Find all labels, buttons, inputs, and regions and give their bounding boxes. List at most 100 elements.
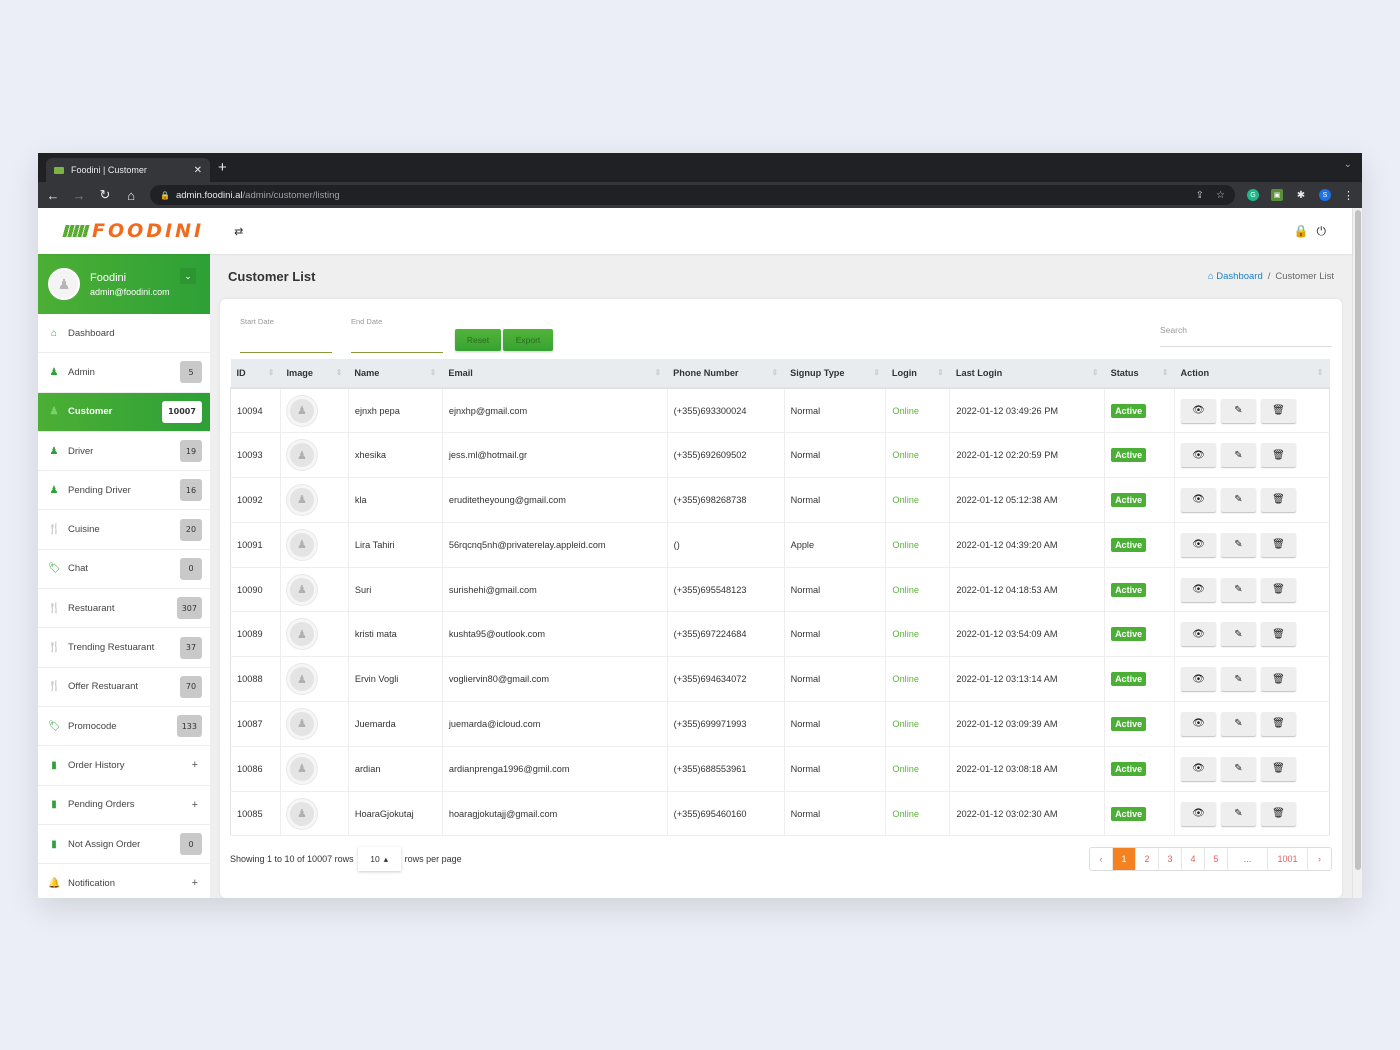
page-4[interactable]: 4 [1182, 848, 1205, 870]
sidebar-item-pending-orders[interactable]: ▮ Pending Orders + [38, 786, 210, 825]
sidebar-item-chat[interactable]: 🏷 Chat 0 [38, 550, 210, 590]
edit-button[interactable]: ✎ [1221, 398, 1256, 423]
view-button[interactable]: 👁 [1181, 398, 1216, 423]
prev-page-button[interactable]: ‹ [1090, 848, 1113, 870]
column-header-login[interactable]: Login ⇕ [885, 359, 950, 389]
delete-button[interactable]: 🗑 [1261, 577, 1296, 602]
sidebar-item-trending-restuarant[interactable]: 🍴 Trending Restuarant 37 [38, 628, 210, 668]
address-bar[interactable]: 🔒 admin.foodini.al /admin/customer/listi… [150, 185, 1235, 205]
view-button[interactable]: 👁 [1181, 532, 1216, 557]
sidebar-item-notification[interactable]: 🔔 Notification + [38, 864, 210, 898]
delete-button[interactable]: 🗑 [1261, 801, 1296, 826]
page-2[interactable]: 2 [1136, 848, 1159, 870]
start-date-field[interactable]: Start Date [240, 317, 332, 353]
browser-tab[interactable]: Foodini | Customer ✕ [46, 158, 210, 182]
edit-button[interactable]: ✎ [1221, 577, 1256, 602]
back-icon[interactable]: ← [46, 188, 60, 203]
end-date-field[interactable]: End Date [351, 317, 443, 353]
sidebar-item-order-history[interactable]: ▮ Order History + [38, 746, 210, 786]
extensions-puzzle-icon[interactable]: ✱ [1295, 189, 1307, 201]
delete-button[interactable]: 🗑 [1261, 532, 1296, 557]
column-header-name[interactable]: Name ⇕ [348, 359, 443, 389]
bookmark-star-icon[interactable]: ☆ [1216, 190, 1225, 201]
page-size-select[interactable]: 10 ▴ [357, 847, 401, 871]
delete-button[interactable]: 🗑 [1261, 398, 1296, 423]
page-scrollbar[interactable] [1352, 208, 1362, 898]
document-extension-icon[interactable]: ▣ [1271, 189, 1283, 201]
sidebar-item-driver[interactable]: ♟ Driver 19 [38, 432, 210, 472]
delete-button[interactable]: 🗑 [1261, 667, 1296, 692]
edit-button[interactable]: ✎ [1221, 756, 1256, 781]
delete-button[interactable]: 🗑 [1261, 622, 1296, 647]
share-icon[interactable]: ⇪ [1196, 190, 1204, 201]
lock-screen-icon[interactable]: 🔒 [1294, 224, 1309, 239]
edit-button[interactable]: ✎ [1221, 711, 1256, 736]
sidebar-item-pending-driver[interactable]: ♟ Pending Driver 16 [38, 471, 210, 511]
delete-button[interactable]: 🗑 [1261, 756, 1296, 781]
column-header-image[interactable]: Image ⇕ [280, 359, 349, 389]
sidebar-item-customer[interactable]: ♟ Customer 10007 [38, 392, 210, 432]
forward-icon[interactable]: → [72, 188, 86, 203]
edit-button[interactable]: ✎ [1221, 801, 1256, 826]
profile-avatar-icon[interactable]: S [1319, 189, 1331, 201]
view-button[interactable]: 👁 [1181, 577, 1216, 602]
delete-button[interactable]: 🗑 [1261, 443, 1296, 468]
reload-icon[interactable]: ↻ [98, 187, 112, 203]
foodini-logo[interactable]: FOODINI [62, 220, 204, 242]
edit-button[interactable]: ✎ [1221, 622, 1256, 647]
view-button[interactable]: 👁 [1181, 667, 1216, 692]
column-header-action[interactable]: Action ⇕ [1174, 359, 1330, 389]
delete-button[interactable]: 🗑 [1261, 487, 1296, 512]
column-header-email[interactable]: Email ⇕ [442, 359, 668, 389]
column-header-signup-type[interactable]: Signup Type ⇕ [784, 359, 886, 389]
sidebar-item-restuarant[interactable]: 🍴 Restuarant 307 [38, 589, 210, 629]
reset-button[interactable]: Reset [455, 329, 501, 351]
close-tab-icon[interactable]: ✕ [194, 165, 202, 176]
page-3[interactable]: 3 [1159, 848, 1182, 870]
page-1[interactable]: 1 [1113, 848, 1136, 870]
home-icon[interactable]: ⌂ [124, 188, 138, 203]
edit-button[interactable]: ✎ [1221, 487, 1256, 512]
view-button[interactable]: 👁 [1181, 756, 1216, 781]
search-input[interactable]: Search [1160, 319, 1332, 347]
edit-button[interactable]: ✎ [1221, 667, 1256, 692]
view-button[interactable]: 👁 [1181, 622, 1216, 647]
sidebar-item-promocode[interactable]: 🏷 Promocode 133 [38, 707, 210, 747]
sidebar-toggle-icon[interactable]: ⇄ [234, 225, 243, 238]
view-button[interactable]: 👁 [1181, 711, 1216, 736]
page-title: Customer List [228, 269, 316, 284]
column-header-status[interactable]: Status ⇕ [1104, 359, 1175, 389]
page-5[interactable]: 5 [1205, 848, 1228, 870]
view-button[interactable]: 👁 [1181, 801, 1216, 826]
sidebar-item-admin[interactable]: ♟ Admin 5 [38, 353, 210, 393]
export-button[interactable]: Export [503, 329, 553, 351]
column-header-label: Image [286, 368, 314, 378]
new-tab-button[interactable]: + [218, 159, 227, 176]
expand-plus-icon[interactable]: + [192, 799, 198, 811]
browser-menu-icon[interactable]: ⋮ [1343, 189, 1354, 202]
expand-plus-icon[interactable]: + [192, 759, 198, 771]
profile-dropdown-chevron-icon[interactable]: ⌄ [180, 268, 196, 284]
sidebar-item-offer-restuarant[interactable]: 🍴 Offer Restuarant 70 [38, 668, 210, 707]
scrollbar-thumb[interactable] [1355, 210, 1361, 870]
next-page-button[interactable]: › [1308, 848, 1331, 870]
view-button[interactable]: 👁 [1181, 443, 1216, 468]
expand-plus-icon[interactable]: + [192, 877, 198, 889]
column-header-last-login[interactable]: Last Login ⇕ [949, 359, 1105, 389]
view-button[interactable]: 👁 [1181, 487, 1216, 512]
delete-button[interactable]: 🗑 [1261, 711, 1296, 736]
count-badge: 16 [180, 479, 202, 502]
table-row: 10092 ♟ kla eruditetheyoung@gmail.com (+355)… [230, 477, 1330, 523]
breadcrumb-home-link[interactable]: ⌂ Dashboard [1208, 271, 1263, 282]
sidebar-item-cuisine[interactable]: 🍴 Cuisine 20 [38, 510, 210, 550]
sidebar-item-dashboard[interactable]: ⌂ Dashboard [38, 314, 210, 354]
sidebar-item-not-assign-order[interactable]: ▮ Not Assign Order 0 [38, 825, 210, 865]
edit-button[interactable]: ✎ [1221, 443, 1256, 468]
column-header-phone-number[interactable]: Phone Number ⇕ [667, 359, 785, 389]
grammarly-extension-icon[interactable]: G [1247, 189, 1259, 201]
power-icon[interactable]: ⏻ [1317, 224, 1327, 239]
column-header-id[interactable]: ID ⇕ [230, 359, 281, 389]
page-1001[interactable]: 1001 [1268, 848, 1308, 870]
tab-search-chevron-icon[interactable]: ⌄ [1344, 159, 1352, 170]
edit-button[interactable]: ✎ [1221, 532, 1256, 557]
